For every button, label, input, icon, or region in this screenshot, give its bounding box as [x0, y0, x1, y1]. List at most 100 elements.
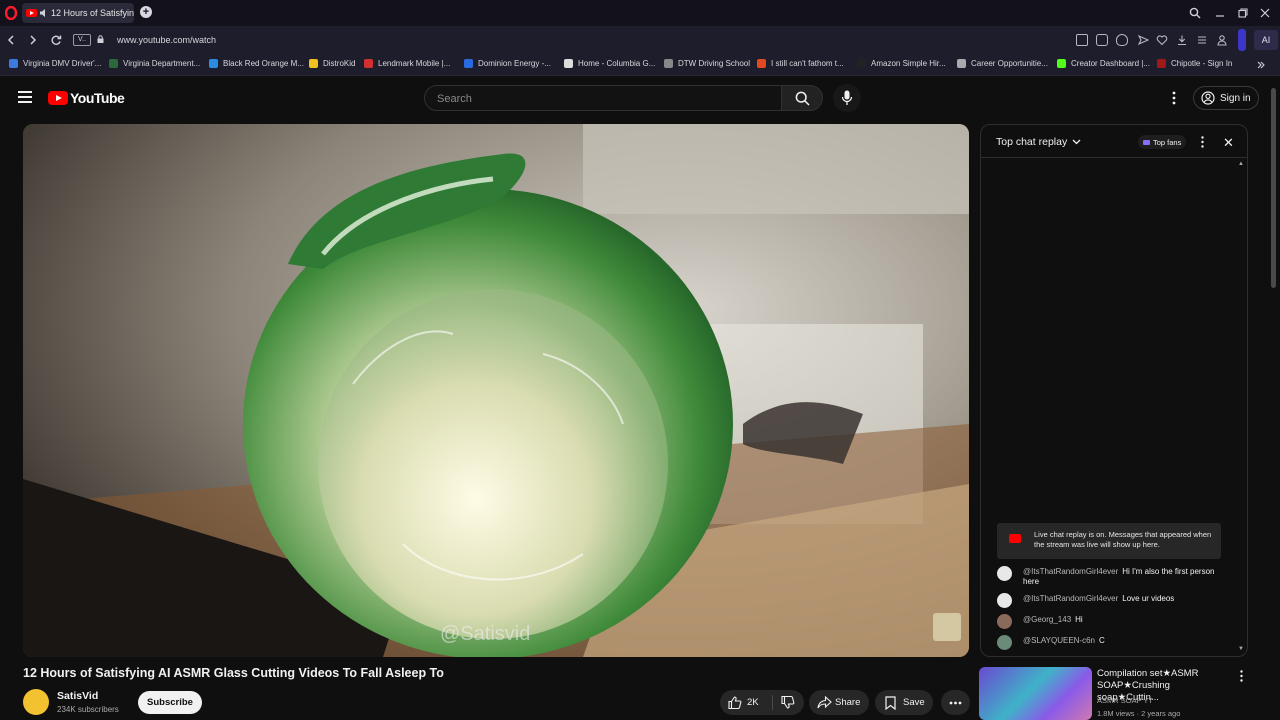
- bookmark-favicon-icon: [109, 59, 118, 68]
- like-button[interactable]: 2K: [720, 690, 772, 715]
- back-icon[interactable]: [6, 34, 16, 46]
- bookmark-favicon-icon: [1057, 59, 1066, 68]
- reload-icon[interactable]: [50, 34, 62, 46]
- bookmarks-bar: Virginia DMV Driver'... Virginia Departm…: [0, 54, 1280, 76]
- bookmark-item[interactable]: Black Red Orange M...: [209, 59, 304, 68]
- bookmark-item[interactable]: Career Opportunitie...: [957, 59, 1048, 68]
- bookmark-item[interactable]: Lendmark Mobile |...: [364, 59, 450, 68]
- tab-active[interactable]: 12 Hours of Satisfying: [22, 3, 134, 23]
- dislike-button[interactable]: [773, 690, 804, 715]
- restore-icon[interactable]: [1237, 7, 1249, 19]
- more-bookmarks-icon[interactable]: [1256, 60, 1266, 70]
- bookmark-item[interactable]: DTW Driving School: [664, 59, 750, 68]
- chat-scroll-down-icon[interactable]: ▼: [1238, 646, 1244, 652]
- bookmark-item[interactable]: Creator Dashboard |...: [1057, 59, 1150, 68]
- chat-avatar[interactable]: [997, 566, 1012, 581]
- thumbs-up-icon: [728, 696, 742, 709]
- chat-author[interactable]: @SLAYQUEEN-c6n: [1023, 636, 1095, 645]
- bookmark-item[interactable]: DistroKid: [309, 59, 355, 68]
- search-input[interactable]: [437, 91, 767, 107]
- save-button[interactable]: Save: [875, 690, 933, 715]
- bookmark-favicon-icon: [364, 59, 373, 68]
- chat-scroll-up-icon[interactable]: ▲: [1238, 161, 1244, 167]
- settings-more-icon[interactable]: [1172, 91, 1176, 105]
- bookmark-item[interactable]: Virginia DMV Driver'...: [9, 59, 101, 68]
- bookmark-item[interactable]: I still can't fathom t...: [757, 59, 844, 68]
- sign-in-button[interactable]: Sign in: [1193, 86, 1259, 110]
- bookmark-favicon-icon: [664, 59, 673, 68]
- chat-author[interactable]: @ItsThatRandomGirl4ever: [1023, 567, 1118, 576]
- top-fans-button[interactable]: Top fans: [1138, 135, 1187, 149]
- search-tabs-icon[interactable]: [1189, 7, 1201, 19]
- bookmark-label: Black Red Orange M...: [223, 59, 304, 68]
- vpn-badge[interactable]: V..: [73, 34, 91, 46]
- new-tab-button[interactable]: +: [140, 6, 152, 18]
- youtube-logo[interactable]: YouTube: [48, 90, 125, 106]
- top-fans-label: Top fans: [1153, 137, 1182, 147]
- subscribe-button[interactable]: Subscribe: [138, 691, 202, 714]
- recommended-video-channel[interactable]: ASMR SOAP YT: [1097, 696, 1153, 705]
- search-button[interactable]: [781, 85, 823, 111]
- bookmark-item[interactable]: Dominion Energy -...: [464, 59, 551, 68]
- video-player[interactable]: [23, 124, 969, 657]
- video-watermark: @Satisvid: [440, 623, 531, 645]
- speaker-icon[interactable]: [39, 8, 49, 18]
- recommended-video-thumbnail[interactable]: [979, 667, 1092, 720]
- bookmark-item[interactable]: Home - Columbia G...: [564, 59, 655, 68]
- tab-title: 12 Hours of Satisfying: [51, 8, 134, 18]
- chat-message[interactable]: @ItsThatRandomGirl4ever Love ur videos: [997, 593, 1223, 609]
- bookmark-item[interactable]: Amazon Simple Hir...: [857, 59, 946, 68]
- more-actions-button[interactable]: [941, 690, 970, 715]
- chat-close-icon[interactable]: ✕: [1223, 135, 1234, 151]
- chat-message[interactable]: @ItsThatRandomGirl4ever Hi I'm also the f…: [997, 566, 1223, 588]
- chat-replay-notice-text: Live chat replay is on. Messages that ap…: [1034, 530, 1212, 549]
- send-icon[interactable]: [1137, 34, 1149, 46]
- chat-replay-notice: Live chat replay is on. Messages that ap…: [997, 523, 1221, 559]
- chat-avatar[interactable]: [997, 635, 1012, 650]
- browser-tab-bar: 12 Hours of Satisfying +: [0, 0, 1280, 26]
- like-dislike-group: 2K: [720, 690, 804, 715]
- recommended-more-icon[interactable]: [1240, 670, 1243, 682]
- bookmark-item[interactable]: Virginia Department...: [109, 59, 200, 68]
- share-button[interactable]: Share: [809, 690, 869, 715]
- close-window-icon[interactable]: [1259, 7, 1271, 19]
- bookmark-label: Home - Columbia G...: [578, 59, 656, 68]
- microphone-icon: [841, 90, 853, 105]
- bookmark-favicon-icon: [857, 59, 866, 68]
- edit-icon[interactable]: [1076, 34, 1088, 46]
- chat-avatar[interactable]: [997, 614, 1012, 629]
- lock-icon[interactable]: [97, 35, 104, 43]
- url-field[interactable]: www.youtube.com/watch: [117, 35, 216, 45]
- chat-author[interactable]: @Georg_143: [1023, 615, 1071, 624]
- camera-icon[interactable]: [1096, 34, 1108, 46]
- shield-icon[interactable]: [1116, 34, 1128, 46]
- opera-logo-icon[interactable]: [5, 6, 17, 20]
- easy-setup-icon[interactable]: [1196, 34, 1208, 46]
- chat-message[interactable]: @SLAYQUEEN-c6n C: [997, 635, 1223, 651]
- like-count: 2K: [747, 697, 759, 708]
- channel-avatar[interactable]: [23, 689, 49, 715]
- bookmark-label: I still can't fathom t...: [771, 59, 844, 68]
- forward-icon[interactable]: [28, 34, 38, 46]
- minimize-icon[interactable]: [1214, 7, 1226, 19]
- page-scrollbar[interactable]: [1271, 88, 1276, 288]
- download-icon[interactable]: [1176, 34, 1188, 46]
- ai-button[interactable]: AI: [1254, 30, 1278, 50]
- profile-icon[interactable]: [1216, 34, 1228, 46]
- chat-more-icon[interactable]: [1201, 136, 1204, 148]
- search-box: [424, 85, 782, 111]
- sign-in-label: Sign in: [1220, 92, 1251, 104]
- thumbs-down-icon: [781, 696, 795, 709]
- channel-branding-watermark[interactable]: [933, 613, 961, 641]
- chat-author[interactable]: @ItsThatRandomGirl4ever: [1023, 594, 1118, 603]
- chat-message[interactable]: @Georg_143 Hi: [997, 614, 1223, 630]
- hamburger-menu-icon[interactable]: [18, 91, 32, 103]
- channel-name[interactable]: SatisVid: [57, 690, 98, 702]
- heart-icon[interactable]: [1156, 34, 1168, 46]
- more-horizontal-icon: [949, 701, 962, 704]
- bookmark-favicon-icon: [757, 59, 766, 68]
- voice-search-button[interactable]: [833, 84, 861, 112]
- bookmark-item[interactable]: Chipotle - Sign In: [1157, 59, 1232, 68]
- chat-avatar[interactable]: [997, 593, 1012, 608]
- chat-mode-dropdown[interactable]: Top chat replay: [996, 136, 1081, 148]
